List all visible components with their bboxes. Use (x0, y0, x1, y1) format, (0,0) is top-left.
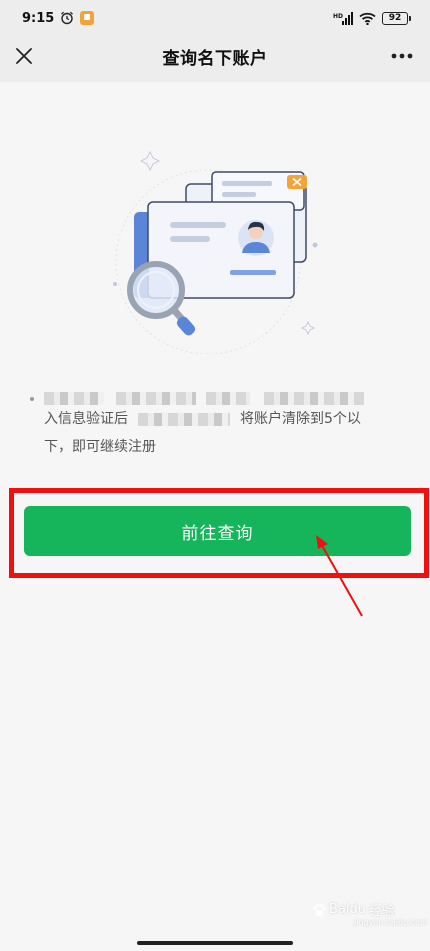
page-title: 查询名下账户 (162, 48, 268, 69)
watermark-brand: Baidu (329, 902, 366, 917)
notice-text: 入信息验证后 将账户清除到5个以 下，即可继续注册 (30, 392, 410, 461)
notice-text-line3: 下，即可继续注册 (44, 439, 156, 455)
blurred-text (138, 412, 230, 426)
notice-line-2: 入信息验证后 将账户清除到5个以 (30, 405, 410, 433)
wifi-icon (359, 12, 376, 25)
notice-line-1 (30, 392, 410, 405)
status-right: HD 92 (333, 11, 411, 25)
status-time: 9:15 (22, 10, 55, 26)
battery-icon: 92 (382, 11, 411, 25)
close-button[interactable] (12, 44, 36, 68)
baidu-watermark: Baidu 经验 (312, 900, 395, 919)
blurred-text (264, 392, 364, 405)
blurred-text (44, 392, 104, 405)
annotation-arrow-icon (316, 535, 363, 617)
signal-icon: HD (333, 11, 353, 25)
home-indicator[interactable] (137, 941, 293, 945)
network-label: HD (333, 13, 343, 20)
close-icon (16, 48, 32, 64)
blurred-text (206, 392, 250, 405)
blurred-text (116, 392, 196, 405)
notice-text-start: 入信息验证后 (44, 411, 128, 427)
status-left: 9:15 (22, 10, 95, 26)
alarm-icon (61, 11, 74, 25)
battery-level: 92 (388, 13, 402, 23)
watermark-url: jingyan.baidu.com (354, 918, 428, 927)
watermark-suffix: 经验 (369, 904, 396, 919)
status-bar: 9:15 HD 92 (0, 0, 430, 36)
app-notification-icon (80, 11, 95, 25)
account-query-illustration-icon (113, 150, 318, 354)
notice-text-end: 将账户清除到5个以 (240, 411, 361, 427)
baidu-paw-icon (313, 903, 326, 916)
content-panel: 入信息验证后 将账户清除到5个以 下，即可继续注册 前往查询 Baidu 经验 … (0, 82, 430, 951)
nav-bar: 查询名下账户 (0, 36, 430, 76)
notice-line-3: 下，即可继续注册 (30, 433, 410, 461)
more-button[interactable] (388, 44, 416, 68)
more-icon (391, 53, 413, 59)
bullet-icon (30, 396, 34, 401)
